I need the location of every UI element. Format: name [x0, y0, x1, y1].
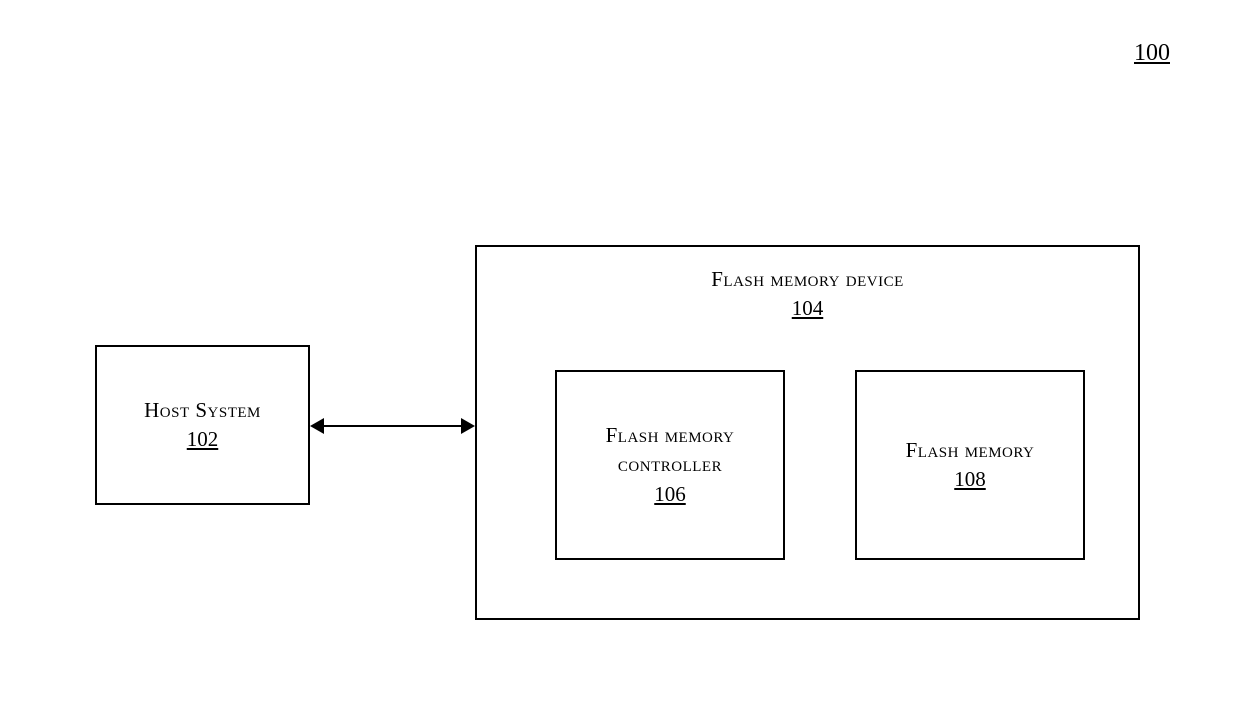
- memory-label-block: Flash memory 108: [906, 436, 1035, 495]
- controller-ref: 106: [557, 480, 783, 509]
- memory-ref: 108: [906, 465, 1035, 494]
- arrow-line: [320, 425, 465, 427]
- host-system-ref: 102: [144, 425, 261, 454]
- host-system-label-block: Host System 102: [144, 396, 261, 455]
- figure-number-label: 100: [1134, 40, 1170, 67]
- flash-memory-controller-box: Flash memory controller 106: [555, 370, 785, 560]
- host-system-title: Host System: [144, 396, 261, 425]
- controller-label-block: Flash memory controller 106: [557, 421, 783, 509]
- diagram-canvas: 100 Host System 102 Flash memory device …: [0, 0, 1240, 704]
- device-label-block: Flash memory device 104: [477, 265, 1138, 324]
- arrow-head-right-icon: [461, 418, 475, 434]
- device-ref: 104: [477, 294, 1138, 323]
- host-system-box: Host System 102: [95, 345, 310, 505]
- controller-title: Flash memory controller: [557, 421, 783, 480]
- device-title: Flash memory device: [477, 265, 1138, 294]
- flash-memory-box: Flash memory 108: [855, 370, 1085, 560]
- bidirectional-arrow-icon: [310, 418, 475, 434]
- memory-title: Flash memory: [906, 436, 1035, 465]
